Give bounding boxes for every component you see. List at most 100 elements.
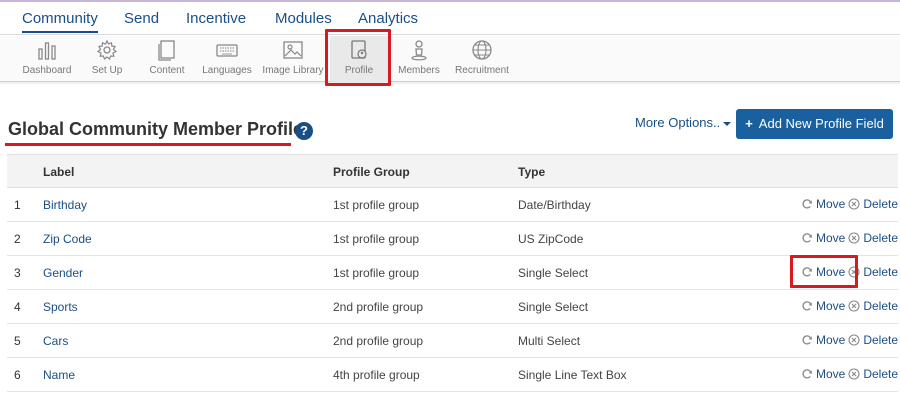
gear-icon xyxy=(96,39,118,60)
chevron-down-icon xyxy=(723,121,732,126)
tool-label: Dashboard xyxy=(22,65,72,76)
refresh-icon xyxy=(802,301,812,311)
remove-circle-icon xyxy=(848,334,860,346)
row-label-link[interactable]: Gender xyxy=(43,266,83,280)
profile-fields-table: Label Profile Group Type 1 Birthday 1st pr… xyxy=(7,154,898,392)
row-number: 1 xyxy=(14,198,21,212)
help-icon[interactable]: ? xyxy=(295,122,313,140)
module-toolbar: Dashboard Set Up Content Languages Image… xyxy=(0,36,900,82)
delete-link[interactable]: Delete xyxy=(863,333,898,347)
table-row: 4 Sports 2nd profile group Single Select Mov… xyxy=(7,290,898,324)
row-actions: Move Delete xyxy=(801,197,898,211)
nav-community[interactable]: Community xyxy=(22,10,98,33)
more-options-dropdown[interactable]: More Options.. xyxy=(635,115,732,130)
document-icon xyxy=(158,40,175,61)
refresh-icon xyxy=(802,369,812,379)
move-link[interactable]: Move xyxy=(816,299,845,313)
table-row: 5 Cars 2nd profile group Multi Select Move De… xyxy=(7,324,898,358)
move-link[interactable]: Move xyxy=(816,333,845,347)
move-link[interactable]: Move xyxy=(816,197,845,211)
row-profile-group: 1st profile group xyxy=(333,198,420,212)
delete-link[interactable]: Delete xyxy=(863,231,898,245)
table-row: 2 Zip Code 1st profile group US ZipCode Move… xyxy=(7,222,898,256)
add-new-profile-field-button[interactable]: + Add New Profile Field xyxy=(736,109,893,139)
tool-label: Languages xyxy=(202,65,252,76)
row-actions: Move Delete xyxy=(801,231,898,245)
move-link[interactable]: Move xyxy=(816,265,845,279)
plus-icon: + xyxy=(745,116,753,131)
row-actions: Move Delete xyxy=(801,333,898,347)
table-row: 6 Name 4th profile group Single Line Text B… xyxy=(7,358,898,392)
row-type: Single Line Text Box xyxy=(518,368,627,382)
row-type: Date/Birthday xyxy=(518,198,591,212)
delete-link[interactable]: Delete xyxy=(863,299,898,313)
row-number: 6 xyxy=(14,368,21,382)
tool-members[interactable]: Members xyxy=(394,36,444,82)
nav-incentive[interactable]: Incentive xyxy=(186,10,246,27)
row-number: 2 xyxy=(14,232,21,246)
row-profile-group: 1st profile group xyxy=(333,266,420,280)
move-link[interactable]: Move xyxy=(816,367,845,381)
tool-languages[interactable]: Languages xyxy=(200,36,254,82)
tool-label: Set Up xyxy=(91,65,123,76)
row-type: US ZipCode xyxy=(518,232,584,246)
row-type: Single Select xyxy=(518,266,589,280)
header-label: Label xyxy=(43,165,75,179)
row-type: Multi Select xyxy=(518,334,581,348)
nav-modules[interactable]: Modules xyxy=(275,10,332,27)
tool-image-library[interactable]: Image Library xyxy=(260,36,326,82)
tool-setup[interactable]: Set Up xyxy=(84,36,130,82)
bar-chart-icon xyxy=(38,42,56,60)
keyboard-icon xyxy=(216,44,238,57)
remove-circle-icon xyxy=(848,198,860,210)
refresh-icon xyxy=(802,233,812,243)
row-actions: Move Delete xyxy=(801,299,898,313)
top-nav: Community Send Incentive Modules Analyti… xyxy=(0,2,900,35)
row-actions: Move Delete xyxy=(801,265,898,279)
row-number: 3 xyxy=(14,266,21,280)
row-label-link[interactable]: Birthday xyxy=(43,198,87,212)
tool-label: Members xyxy=(398,65,440,76)
nav-send[interactable]: Send xyxy=(124,10,159,27)
remove-circle-icon xyxy=(848,300,860,312)
remove-circle-icon xyxy=(848,266,860,278)
row-profile-group: 2nd profile group xyxy=(333,334,424,348)
table-header: Label Profile Group Type xyxy=(7,154,898,188)
header-profile-group: Profile Group xyxy=(333,165,410,179)
row-actions: Move Delete xyxy=(801,367,898,381)
tool-label: Recruitment xyxy=(455,65,509,76)
person-icon xyxy=(411,40,427,61)
delete-link[interactable]: Delete xyxy=(863,265,898,279)
row-type: Single Select xyxy=(518,300,589,314)
profile-card-icon xyxy=(351,40,367,59)
table-row: 1 Birthday 1st profile group Date/Birthday M… xyxy=(7,188,898,222)
more-options-label: More Options.. xyxy=(635,115,721,130)
tool-dashboard[interactable]: Dashboard xyxy=(18,36,76,82)
row-label-link[interactable]: Sports xyxy=(43,300,78,314)
refresh-icon xyxy=(802,267,812,277)
tool-label: Profile xyxy=(344,65,374,76)
row-label-link[interactable]: Name xyxy=(43,368,75,382)
add-button-label: Add New Profile Field xyxy=(758,116,884,131)
nav-analytics[interactable]: Analytics xyxy=(358,10,418,27)
delete-link[interactable]: Delete xyxy=(863,367,898,381)
remove-circle-icon xyxy=(848,232,860,244)
move-link[interactable]: Move xyxy=(816,231,845,245)
tool-label: Image Library xyxy=(262,65,324,76)
row-label-link[interactable]: Zip Code xyxy=(43,232,92,246)
header-type: Type xyxy=(518,165,546,179)
row-number: 5 xyxy=(14,334,21,348)
row-profile-group: 4th profile group xyxy=(333,368,420,382)
tool-recruitment[interactable]: Recruitment xyxy=(450,36,514,82)
row-label-link[interactable]: Cars xyxy=(43,334,68,348)
tool-content[interactable]: Content xyxy=(142,36,192,82)
delete-link[interactable]: Delete xyxy=(863,197,898,211)
remove-circle-icon xyxy=(848,368,860,380)
globe-icon xyxy=(472,40,492,60)
tool-profile[interactable]: Profile xyxy=(330,36,388,82)
row-profile-group: 1st profile group xyxy=(333,232,420,246)
title-underline xyxy=(5,143,291,146)
refresh-icon xyxy=(802,199,812,209)
tool-label: Content xyxy=(149,65,185,76)
image-icon xyxy=(283,41,303,59)
